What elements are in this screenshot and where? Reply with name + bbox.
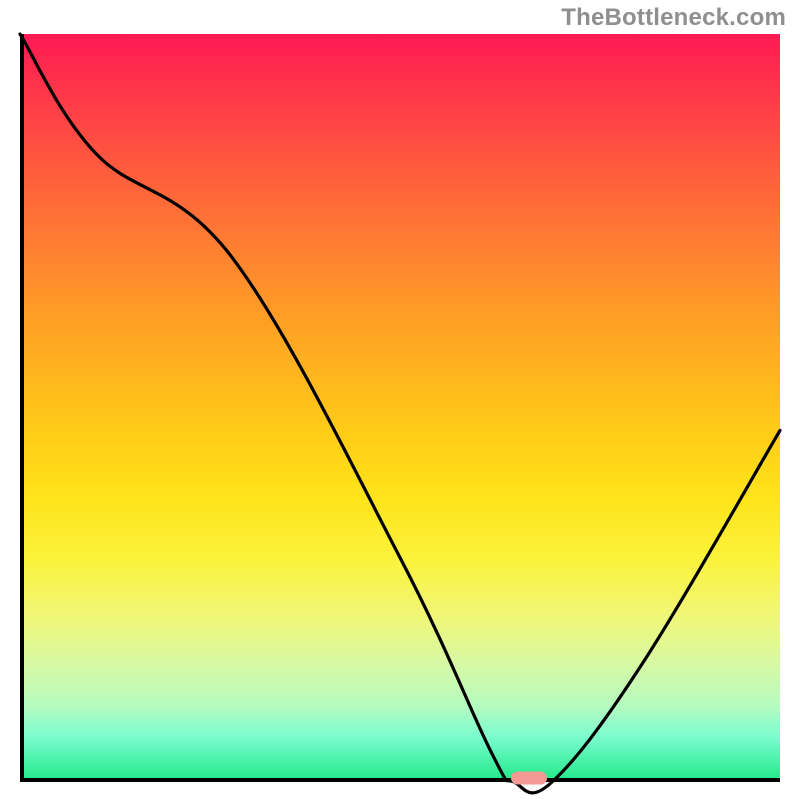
watermark-label: TheBottleneck.com — [561, 4, 786, 32]
optimal-marker — [511, 772, 547, 785]
bottleneck-curve — [20, 34, 780, 782]
chart-container: TheBottleneck.com — [0, 0, 800, 800]
plot-area — [20, 34, 780, 782]
